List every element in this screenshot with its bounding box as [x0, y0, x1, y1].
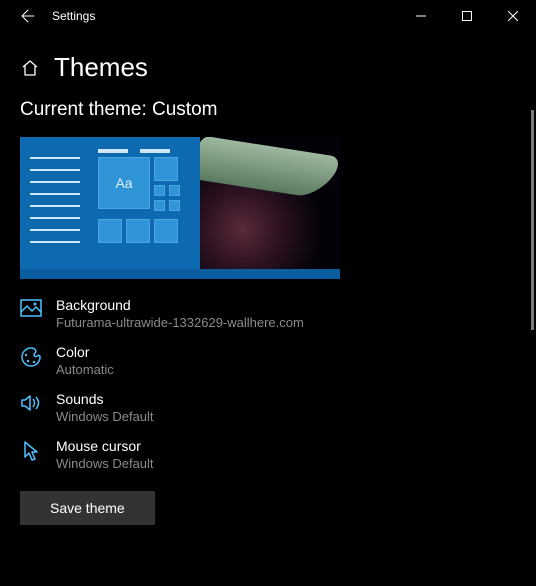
sounds-option[interactable]: Sounds Windows Default — [20, 391, 516, 424]
page-header: Themes — [0, 32, 536, 99]
current-theme-label: Current theme: Custom — [20, 99, 516, 121]
arrow-left-icon — [20, 8, 36, 24]
preview-wallpaper — [200, 137, 340, 269]
background-option[interactable]: Background Futurama-ultrawide-1332629-wa… — [20, 297, 516, 330]
image-icon — [20, 299, 42, 319]
app-title: Settings — [48, 9, 95, 23]
option-value: Windows Default — [56, 409, 154, 424]
scrollbar[interactable] — [531, 110, 534, 330]
option-value: Automatic — [56, 362, 114, 377]
preview-taskbar — [20, 269, 340, 279]
home-button[interactable] — [20, 58, 40, 78]
minimize-icon — [416, 11, 426, 21]
save-theme-button[interactable]: Save theme — [20, 491, 155, 525]
content: Current theme: Custom Aa — [0, 99, 536, 545]
home-icon — [21, 59, 39, 77]
color-option[interactable]: Color Automatic — [20, 344, 516, 377]
option-value: Windows Default — [56, 456, 154, 471]
option-label: Background — [56, 297, 304, 313]
option-label: Color — [56, 344, 114, 360]
option-value: Futurama-ultrawide-1332629-wallhere.com — [56, 315, 304, 330]
palette-icon — [20, 346, 42, 368]
cursor-icon — [20, 440, 42, 462]
titlebar: Settings — [0, 0, 536, 32]
theme-options-list: Background Futurama-ultrawide-1332629-wa… — [20, 297, 516, 471]
option-label: Sounds — [56, 391, 154, 407]
page-title: Themes — [54, 52, 148, 83]
option-label: Mouse cursor — [56, 438, 154, 454]
close-button[interactable] — [490, 0, 536, 32]
maximize-button[interactable] — [444, 0, 490, 32]
cursor-option[interactable]: Mouse cursor Windows Default — [20, 438, 516, 471]
window-controls — [398, 0, 536, 32]
speaker-icon — [20, 393, 42, 413]
back-button[interactable] — [8, 0, 48, 32]
minimize-button[interactable] — [398, 0, 444, 32]
close-icon — [508, 11, 518, 21]
theme-preview[interactable]: Aa — [20, 137, 340, 279]
preview-sample-text: Aa — [98, 157, 150, 209]
maximize-icon — [462, 11, 472, 21]
preview-start-menu: Aa — [20, 137, 200, 269]
